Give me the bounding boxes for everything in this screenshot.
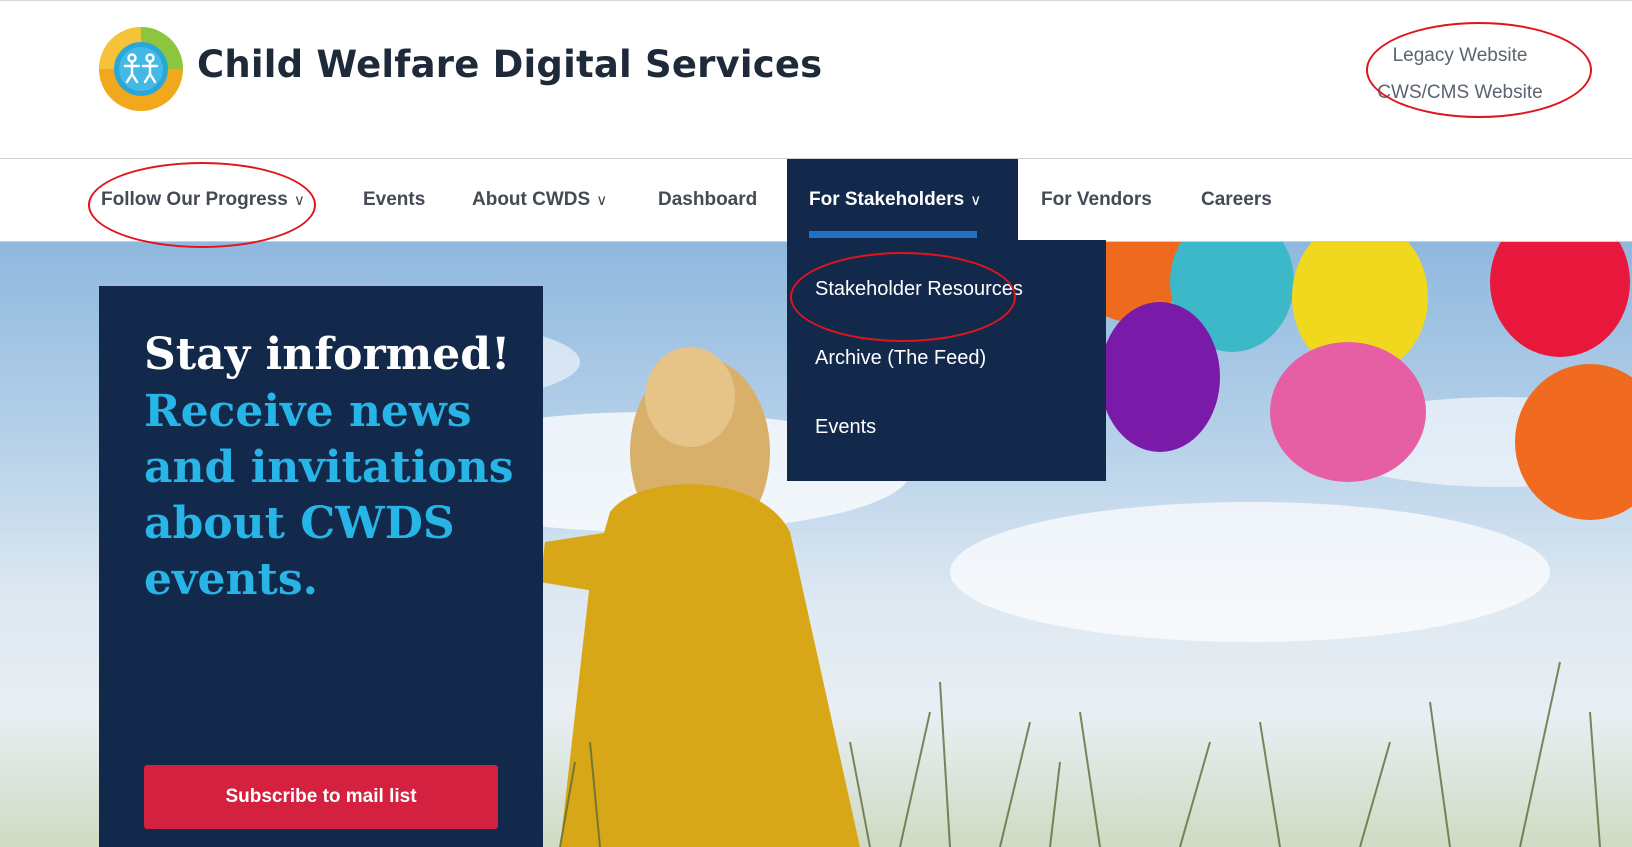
nav-item-label: Events xyxy=(363,189,426,210)
promo-subheading: Receive news and invitations about CWDS … xyxy=(144,386,514,605)
promo-heading: Stay informed! xyxy=(144,329,511,380)
dropdown-item-events[interactable]: Events xyxy=(787,396,1106,465)
dropdown-item-stakeholder-resources[interactable]: Stakeholder Resources xyxy=(787,258,1106,327)
stakeholders-dropdown: Stakeholder Resources Archive (The Feed)… xyxy=(787,240,1106,481)
main-nav: Follow Our Progress ∨ Events About CWDS ∨ … xyxy=(0,158,1632,242)
nav-item-label: Dashboard xyxy=(658,189,758,210)
nav-item-dashboard[interactable]: Dashboard xyxy=(658,159,757,241)
nav-item-for-vendors[interactable]: For Vendors xyxy=(1041,159,1152,241)
cws-cms-website-link[interactable]: CWS/CMS Website xyxy=(1360,74,1560,111)
nav-item-label: Careers xyxy=(1201,189,1272,210)
nav-item-events[interactable]: Events xyxy=(363,159,425,241)
utility-links: Legacy Website CWS/CMS Website xyxy=(1360,37,1560,111)
nav-item-label: About CWDS xyxy=(472,189,591,210)
nav-item-label: For Stakeholders xyxy=(809,189,965,210)
active-nav-underline xyxy=(809,231,977,238)
newsletter-promo: Stay informed! Receive news and invitati… xyxy=(99,286,543,847)
cwds-logo-icon[interactable] xyxy=(97,25,185,113)
legacy-website-link[interactable]: Legacy Website xyxy=(1360,37,1560,74)
chevron-down-icon: ∨ xyxy=(970,192,982,209)
site-header: Child Welfare Digital Services Legacy We… xyxy=(0,0,1632,158)
chevron-down-icon: ∨ xyxy=(293,192,305,209)
chevron-down-icon: ∨ xyxy=(596,192,608,209)
nav-item-label: Follow Our Progress xyxy=(101,189,288,210)
nav-item-follow-our-progress[interactable]: Follow Our Progress ∨ xyxy=(101,159,305,241)
nav-item-label: For Vendors xyxy=(1041,189,1152,210)
nav-item-about-cwds[interactable]: About CWDS ∨ xyxy=(472,159,607,241)
subscribe-button[interactable]: Subscribe to mail list xyxy=(144,765,498,829)
dropdown-item-archive[interactable]: Archive (The Feed) xyxy=(787,327,1106,396)
nav-item-careers[interactable]: Careers xyxy=(1201,159,1272,241)
site-title[interactable]: Child Welfare Digital Services xyxy=(197,43,822,86)
nav-item-for-stakeholders[interactable]: For Stakeholders ∨ xyxy=(787,159,1018,241)
